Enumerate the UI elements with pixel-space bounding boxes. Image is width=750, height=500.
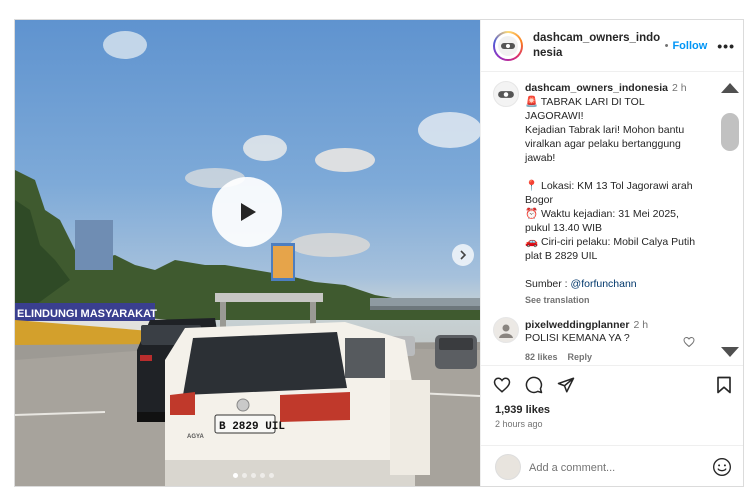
post-modal: ELINDUNGI MASYARAKAT B 2829 UIL AGYA das… [14,19,744,487]
follow-button[interactable]: Follow [672,40,707,52]
comment-likes[interactable]: 82 likes [525,352,558,362]
play-icon [241,203,256,221]
comment-text: POLISI KEMANA YA ? [525,332,630,344]
post-author-avatar[interactable] [493,81,519,107]
scrollbar-thumb[interactable] [721,113,739,151]
caption-username[interactable]: dashcam_owners_indonesia [525,82,668,94]
more-options-button[interactable]: ••• [717,38,735,54]
comment-author-avatar[interactable] [493,317,519,343]
emoji-button[interactable] [712,457,732,482]
dashcam-logo-icon [501,42,515,49]
comment-item: pixelweddingplanner 2 h POLISI KEMANA YA … [525,319,695,345]
carousel-dots [233,473,274,478]
post-caption-block: dashcam_owners_indonesia 2 h 🚨 TABRAK LAR… [525,81,705,307]
play-button[interactable] [212,177,282,247]
comment-meta: 82 likes Reply [525,352,602,362]
post-side-panel: dashcam_owners_indonesia • Follow ••• da… [480,20,743,486]
video-player[interactable]: ELINDUNGI MASYARAKAT B 2829 UIL AGYA [15,20,480,486]
bookmark-icon [717,376,731,394]
dashcam-logo-icon [498,90,514,98]
post-timestamp: 2 hours ago [495,419,543,429]
heart-icon [683,336,695,348]
chevron-right-icon [460,250,467,260]
post-actions: 1,939 likes 2 hours ago [481,365,743,445]
smiley-icon [713,458,731,476]
triangle-up-icon[interactable] [721,83,739,93]
account-username[interactable]: dashcam_owners_indonesia [533,31,663,61]
comment-button[interactable] [525,376,543,399]
comment-input[interactable] [529,458,699,478]
carousel-dot [251,473,256,478]
likes-count[interactable]: 1,939 likes [495,404,550,416]
banner-text: ELINDUNGI MASYARAKAT [17,308,157,320]
person-icon [499,324,513,338]
comment-reply-button[interactable]: Reply [568,352,593,362]
save-button[interactable] [716,376,732,399]
license-plate-text: B 2829 UIL [219,421,285,433]
caption-text: 🚨 TABRAK LARI DI TOL JAGORAWI! Kejadian … [525,95,705,291]
comments-scrollbar[interactable] [713,73,743,365]
carousel-dot-active [233,473,238,478]
see-translation-link[interactable]: See translation [525,293,705,307]
current-user-avatar [495,454,521,480]
post-header: dashcam_owners_indonesia • Follow ••• [481,20,743,72]
car-brand-text: AGYA [187,434,204,440]
caption-body: 🚨 TABRAK LARI DI TOL JAGORAWI! Kejadian … [525,96,696,290]
comment-like-button[interactable] [683,335,695,353]
comments-section: dashcam_owners_indonesia 2 h 🚨 TABRAK LAR… [481,73,743,365]
comment-time: 2 h [633,319,649,331]
caption-time: 2 h [671,82,687,94]
carousel-dot [269,473,274,478]
dashcam-scene: ELINDUNGI MASYARAKAT B 2829 UIL AGYA [15,31,480,486]
share-icon [557,377,575,393]
source-mention-link[interactable]: @forfunchann [571,278,637,290]
separator-dot: • [664,39,669,52]
next-media-button[interactable] [452,244,474,266]
comment-icon [525,376,543,394]
heart-icon [493,377,511,393]
share-button[interactable] [557,376,575,399]
carousel-dot [260,473,265,478]
comment-username[interactable]: pixelweddingplanner [525,319,629,331]
account-avatar[interactable] [493,30,523,61]
triangle-down-icon[interactable] [721,347,739,357]
carousel-dot [242,473,247,478]
like-button[interactable] [493,376,511,399]
add-comment-bar [481,445,743,486]
